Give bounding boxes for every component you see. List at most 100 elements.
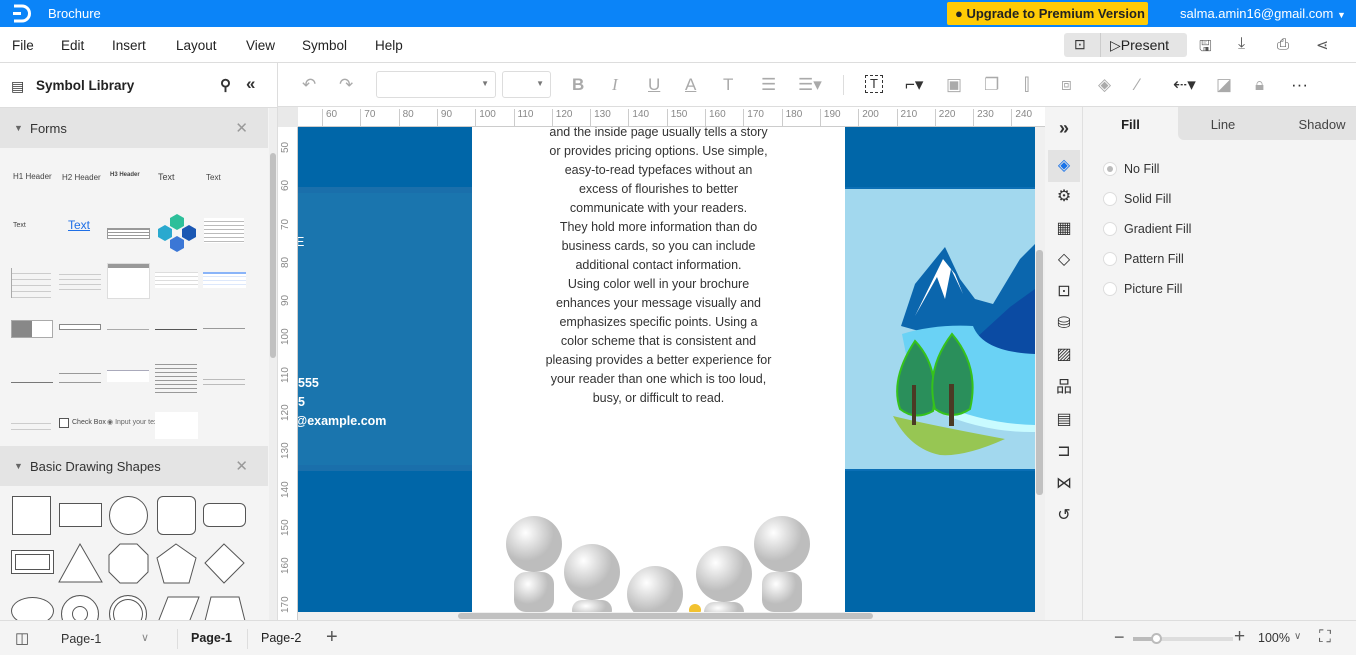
group-icon[interactable]: ⧈ <box>1061 75 1072 95</box>
section-forms-header[interactable]: ▼ Forms ✕ <box>0 108 268 148</box>
undo-icon[interactable]: ↶ <box>302 75 316 95</box>
menu-help[interactable]: Help <box>375 38 403 53</box>
rounded-rectangle-shape[interactable] <box>203 503 246 527</box>
add-page-icon[interactable]: + <box>326 626 338 649</box>
radio-thumb[interactable]: ◉ Input your text. <box>107 418 161 426</box>
edit-shape-icon[interactable]: ◪ <box>1216 75 1232 95</box>
redo-icon[interactable]: ↷ <box>339 75 353 95</box>
chevron-down-icon[interactable]: ∨ <box>141 631 149 644</box>
brush-icon[interactable]: ⁄ <box>1136 75 1139 95</box>
form-thumb[interactable] <box>11 268 51 298</box>
form-thumb[interactable] <box>11 418 51 434</box>
form-thumb[interactable] <box>107 329 149 330</box>
form-item[interactable]: H3 Header <box>110 172 140 178</box>
org-chart-icon[interactable]: 品 <box>1053 377 1075 399</box>
input-thumb[interactable] <box>59 324 101 330</box>
form-item[interactable]: H1 Header <box>13 172 52 181</box>
download-icon[interactable]: ⤓ <box>1238 35 1245 53</box>
canvas-area[interactable]: 60 70 80 90 100 110 120 130 140 150 160 170 180 190 20… <box>278 107 1045 620</box>
brochure-body-text[interactable]: and the inside page usually tells a stor… <box>472 127 845 408</box>
diamond-shape[interactable] <box>204 543 245 584</box>
triangle-shape[interactable] <box>58 543 103 583</box>
line-spacing-icon[interactable]: ☰▾ <box>798 75 822 95</box>
tab-fill[interactable]: Fill <box>1083 107 1178 140</box>
square-shape[interactable] <box>12 496 51 535</box>
left-panel-phone[interactable]: 555 <box>298 376 319 390</box>
form-thumb[interactable] <box>107 263 150 299</box>
more-icon[interactable]: ··· <box>1291 75 1308 95</box>
rounded-square-shape[interactable] <box>157 496 196 535</box>
page-view-icon[interactable]: ◫ <box>15 629 29 647</box>
form-table-thumb[interactable] <box>107 228 150 239</box>
connector-icon[interactable]: ⌐▾ <box>905 75 923 95</box>
horizontal-scrollbar[interactable] <box>298 612 1045 620</box>
radio-solid-fill[interactable] <box>1103 192 1117 206</box>
form-item-link[interactable]: Text <box>68 218 90 232</box>
vertical-scrollbar[interactable] <box>1035 127 1045 612</box>
solid-fill-label[interactable]: Solid Fill <box>1124 192 1171 206</box>
tab-shadow[interactable]: Shadow <box>1278 107 1356 140</box>
menu-insert[interactable]: Insert <box>112 38 146 53</box>
left-panel-email[interactable]: @example.com <box>298 414 386 428</box>
scroll-thumb[interactable] <box>458 613 873 619</box>
font-size-select[interactable]: ▼ <box>502 71 551 98</box>
cross-shape-thumb[interactable] <box>157 214 197 252</box>
italic-icon[interactable]: I <box>612 75 618 95</box>
zoom-level[interactable]: 100% <box>1258 631 1290 645</box>
brochure-page[interactable]: and the inside page usually tells a stor… <box>298 127 1035 612</box>
lock-icon[interactable]: 🔒︎ <box>1255 75 1264 95</box>
double-circle-shape[interactable] <box>109 595 147 620</box>
bring-front-icon[interactable]: ▣ <box>946 75 962 95</box>
chevron-down-icon[interactable]: ∨ <box>1294 631 1301 642</box>
presentation-icon[interactable]: ⊡ <box>1074 36 1086 53</box>
form-thumb[interactable] <box>203 375 245 387</box>
shape-settings-icon[interactable]: ⚙ <box>1053 186 1075 208</box>
fullscreen-icon[interactable]: ⛶ <box>1319 627 1331 647</box>
grid-icon[interactable]: ▦ <box>1053 218 1075 240</box>
form-thumb[interactable] <box>155 361 197 393</box>
form-item[interactable]: H2 Header <box>62 173 101 182</box>
underline-icon[interactable]: U <box>648 75 660 95</box>
form-thumb[interactable] <box>11 320 53 338</box>
zoom-slider-handle[interactable] <box>1151 633 1162 644</box>
pattern-fill-label[interactable]: Pattern Fill <box>1124 252 1184 266</box>
image-icon[interactable]: ▨ <box>1053 344 1075 366</box>
fill-icon[interactable]: ◈ <box>1048 150 1080 182</box>
zoom-slider[interactable] <box>1133 633 1233 644</box>
scroll-thumb[interactable] <box>1036 250 1043 495</box>
radio-pattern-fill[interactable] <box>1103 252 1117 266</box>
scroll-thumb[interactable] <box>270 153 276 358</box>
picture-fill-label[interactable]: Picture Fill <box>1124 282 1182 296</box>
radio-gradient-fill[interactable] <box>1103 222 1117 236</box>
gradient-fill-label[interactable]: Gradient Fill <box>1124 222 1191 236</box>
page-select[interactable]: Page-1 <box>61 632 101 646</box>
landscape-illustration[interactable] <box>845 189 1035 467</box>
form-item[interactable]: Text <box>13 222 26 229</box>
timeline-icon[interactable]: ⊐ <box>1053 441 1075 463</box>
library-scrollbar[interactable] <box>269 108 277 620</box>
form-item[interactable]: Check Box <box>72 419 106 426</box>
section-basic-shapes-header[interactable]: ▼ Basic Drawing Shapes ✕ <box>0 446 268 486</box>
tab-line[interactable]: Line <box>1178 107 1268 140</box>
page-tab-2[interactable]: Page-2 <box>261 631 301 645</box>
font-family-select[interactable]: ▼ <box>376 71 496 98</box>
bold-icon[interactable]: B <box>572 75 584 95</box>
left-panel-fax[interactable]: 5 <box>298 395 305 409</box>
ellipse-shape[interactable] <box>11 597 54 620</box>
text-style-icon[interactable]: T <box>723 75 733 95</box>
form-thumb[interactable] <box>107 370 149 382</box>
align-icon[interactable]: ☰ <box>761 75 776 95</box>
form-item[interactable]: Text <box>158 172 175 182</box>
history-icon[interactable]: ↺ <box>1053 505 1075 527</box>
data-icon[interactable]: ⛁ <box>1053 313 1075 335</box>
left-panel-text[interactable]: E <box>298 235 304 249</box>
octagon-shape[interactable] <box>108 543 149 584</box>
form-thumb[interactable] <box>155 272 198 288</box>
form-thumb[interactable] <box>204 218 244 243</box>
user-menu[interactable]: salma.amin16@gmail.com ▼ <box>1180 6 1346 21</box>
menu-edit[interactable]: Edit <box>61 38 84 53</box>
expand-icon[interactable]: » <box>1053 117 1075 139</box>
form-thumb[interactable] <box>155 329 197 330</box>
font-color-icon[interactable]: A <box>685 75 696 95</box>
form-thumb[interactable] <box>203 328 245 329</box>
